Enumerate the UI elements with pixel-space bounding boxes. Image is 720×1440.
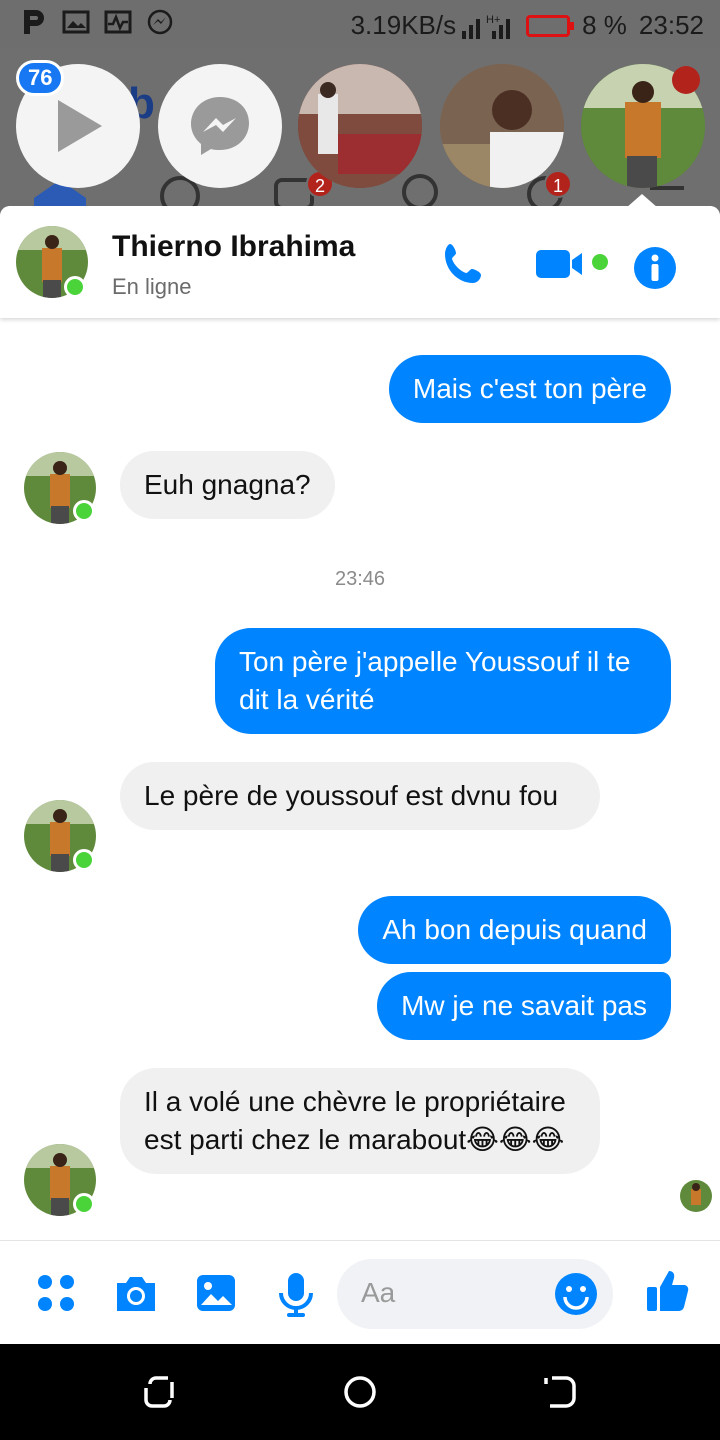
message-input-placeholder: Aa — [361, 1277, 396, 1308]
like-button[interactable] — [644, 1267, 692, 1315]
chat-head-contact-1[interactable] — [298, 64, 422, 188]
p-icon — [20, 8, 48, 36]
messenger-icon — [191, 97, 249, 155]
tab-badge: 1 — [544, 170, 572, 198]
online-indicator — [73, 500, 95, 522]
tab-badge-count: 1 — [552, 176, 563, 196]
contact-name[interactable]: Thierno Ibrahima — [112, 230, 355, 264]
online-indicator — [73, 849, 95, 871]
recent-apps-icon — [144, 1376, 174, 1408]
message-composer: Aa — [0, 1240, 720, 1344]
gallery-button[interactable] — [194, 1271, 238, 1315]
outgoing-message[interactable]: Ton père j'appelle Youssouf il te dit la… — [215, 628, 671, 734]
status-bar-right: 3.19KB/s H+ 8 % 23:52 — [351, 10, 704, 41]
camera-button[interactable] — [113, 1271, 157, 1315]
contact-photo — [298, 64, 422, 188]
status-bar: 3.19KB/s H+ 8 % 23:52 — [0, 0, 720, 48]
info-icon — [634, 247, 676, 289]
emoji-icon[interactable] — [553, 1271, 599, 1317]
camera-icon — [117, 1277, 155, 1311]
battery-level: 8 % — [582, 10, 627, 40]
online-indicator — [73, 1193, 95, 1215]
incoming-message[interactable]: Le père de youssouf est dvnu fou — [120, 762, 600, 830]
clock: 23:52 — [638, 10, 704, 40]
outgoing-message[interactable]: Mais c'est ton père — [388, 355, 671, 423]
gallery-icon — [197, 1275, 235, 1311]
chat-head-pointer — [626, 194, 658, 208]
video-call-button[interactable] — [534, 244, 610, 284]
chat-head-messenger[interactable] — [158, 64, 282, 188]
microphone-icon — [279, 1273, 313, 1317]
voice-call-button[interactable] — [440, 240, 488, 288]
notification-dot — [672, 66, 700, 94]
pulse-icon — [104, 8, 132, 36]
battery-icon — [526, 14, 575, 37]
video-camera-icon — [536, 250, 608, 278]
contact-photo — [440, 64, 564, 188]
svg-text:H+: H+ — [486, 14, 500, 26]
back-button[interactable] — [542, 1374, 578, 1410]
incoming-message[interactable]: Il a volé une chèvre le propriétaire est… — [120, 1068, 600, 1174]
back-icon — [544, 1376, 576, 1408]
home-icon — [344, 1376, 376, 1408]
chat-header: Thierno Ibrahima En ligne — [0, 206, 720, 318]
apps-icon — [38, 1275, 74, 1311]
outgoing-message[interactable]: Ah bon depuis quand — [358, 896, 671, 964]
status-bar-left — [20, 8, 174, 36]
read-receipt-avatar — [680, 1180, 712, 1212]
network-speed: 3.19KB/s — [350, 10, 457, 40]
chat-head-contact-2[interactable] — [440, 64, 564, 188]
contact-photo — [680, 1180, 712, 1212]
system-nav-bar — [0, 1344, 720, 1440]
signal-icon: H+ — [462, 14, 511, 39]
voice-record-button[interactable] — [276, 1271, 320, 1317]
video-badge: 76 — [16, 60, 65, 96]
info-button[interactable] — [633, 246, 677, 290]
message-timestamp: 23:46 — [334, 568, 386, 590]
outgoing-message[interactable]: Mw je ne savait pas — [377, 972, 671, 1040]
tab-badge-count: 2 — [314, 176, 325, 196]
play-icon — [58, 100, 102, 152]
contact-status: En ligne — [112, 274, 192, 299]
phone-icon — [445, 244, 481, 283]
thumbs-up-icon — [647, 1271, 689, 1311]
online-indicator — [64, 276, 86, 298]
apps-button[interactable] — [34, 1271, 78, 1315]
recent-apps-button[interactable] — [142, 1374, 178, 1410]
image-icon — [62, 8, 90, 36]
home-button[interactable] — [342, 1374, 378, 1410]
message-input[interactable]: Aa — [337, 1259, 613, 1329]
incoming-message[interactable]: Euh gnagna? — [120, 451, 335, 519]
chat-panel: Thierno Ibrahima En ligne Mais c'est ton… — [0, 206, 720, 1344]
messenger-status-icon — [146, 8, 174, 36]
